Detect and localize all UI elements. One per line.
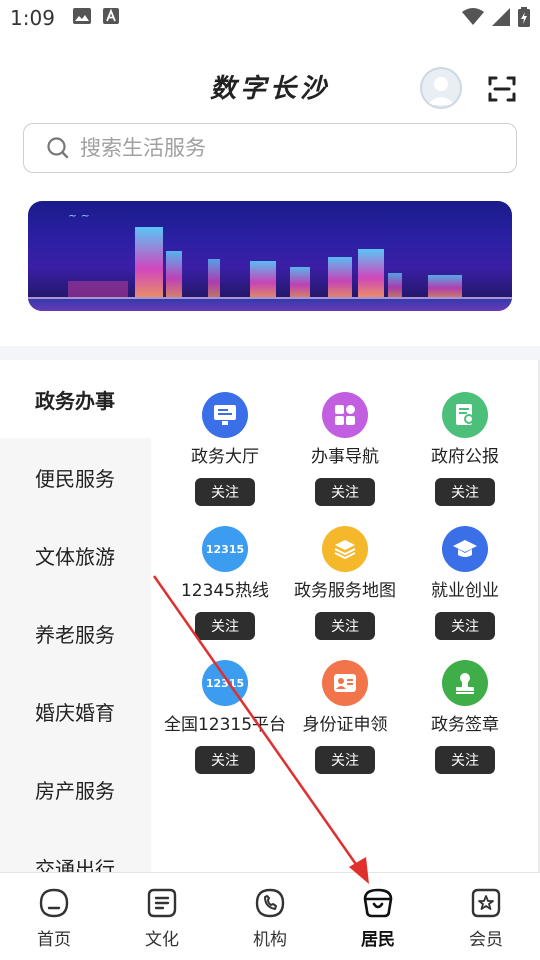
status-time: 1:09 [10,6,55,30]
bottom-navigation: 首页 文化 机构 居民 会员 [0,872,540,960]
sidebar-item-marriage[interactable]: 婚庆婚育 [0,672,151,750]
sidebar-item-label: 政务办事 [35,388,115,413]
service-item[interactable]: 办事导航 关注 [285,392,405,506]
sidebar-item-government[interactable]: 政务办事 [0,360,151,438]
service-item[interactable]: 就业创业 关注 [405,526,525,640]
nav-item-home[interactable]: 首页 [0,873,108,960]
hotline-12315-icon: 12315 [202,526,248,572]
service-item[interactable]: 政府公报 关注 [405,392,525,506]
service-name: 12345热线 [180,581,270,601]
service-name: 全国12315平台 [163,715,287,735]
follow-button[interactable]: 关注 [435,478,495,506]
home-icon [39,888,69,918]
wifi-icon [462,8,484,30]
follow-button[interactable]: 关注 [195,612,255,640]
nav-label: 文化 [145,930,179,950]
sidebar-item-culture-tourism[interactable]: 文体旅游 [0,516,151,594]
follow-button[interactable]: 关注 [315,612,375,640]
document-search-icon [442,392,488,438]
service-panel: 政务大厅 关注 办事导航 关注 政府公报 关注 12315 12345热线 关注 [151,360,540,872]
nav-label: 居民 [361,930,395,950]
sidebar-item-transport[interactable]: 交通出行 [0,828,151,873]
graduation-cap-icon [442,526,488,572]
font-notification-icon [102,8,119,28]
follow-button[interactable]: 关注 [315,478,375,506]
service-item[interactable]: 政务服务地图 关注 [285,526,405,640]
category-sidebar: 政务办事 便民服务 文体旅游 养老服务 婚庆婚育 房产服务 交通出行 [0,360,151,872]
sidebar-item-label: 婚庆婚育 [35,700,115,725]
icon-label: 12315 [205,542,245,556]
service-name: 就业创业 [431,581,499,601]
banner-image[interactable]: ~ ~ [28,201,512,311]
service-name: 政府公报 [431,447,499,467]
sidebar-item-convenience[interactable]: 便民服务 [0,438,151,516]
grid-icon [322,392,368,438]
search-input[interactable] [80,136,480,160]
status-bar: 1:09 [0,0,540,36]
follow-button[interactable]: 关注 [435,612,495,640]
image-notification-icon [72,8,91,28]
user-avatar[interactable] [420,67,462,109]
search-bar[interactable] [23,123,517,173]
nav-item-resident[interactable]: 居民 [324,873,432,960]
sidebar-item-label: 文体旅游 [35,544,115,569]
service-name: 政务签章 [431,715,499,735]
culture-icon [147,888,177,918]
platform-12315-icon: 12315 [202,660,248,706]
follow-button[interactable]: 关注 [195,478,255,506]
service-item[interactable]: 身份证申领 关注 [285,660,405,774]
service-item[interactable]: 政务大厅 关注 [165,392,285,506]
service-item[interactable]: 政务签章 关注 [405,660,525,774]
svg-text:~ ~: ~ ~ [68,209,90,222]
service-item[interactable]: 12315 全国12315平台 关注 [163,660,287,774]
service-item[interactable]: 12315 12345热线 关注 [165,526,285,640]
member-icon [471,888,501,918]
follow-button[interactable]: 关注 [315,746,375,774]
battery-icon [518,7,530,31]
monitor-icon [202,392,248,438]
follow-button[interactable]: 关注 [195,746,255,774]
sidebar-item-label: 便民服务 [35,466,115,491]
phone-icon [255,888,285,918]
sidebar-item-label: 交通出行 [35,856,115,873]
service-name: 政务服务地图 [294,581,396,601]
icon-label: 12315 [205,676,245,690]
nav-item-institution[interactable]: 机构 [216,873,324,960]
signal-icon [492,8,510,30]
nav-label: 会员 [469,930,503,950]
section-divider [0,346,540,360]
service-name: 政务大厅 [191,447,259,467]
id-card-icon [322,660,368,706]
service-grid: 政务大厅 关注 办事导航 关注 政府公报 关注 12315 12345热线 关注 [163,392,525,774]
follow-button[interactable]: 关注 [435,746,495,774]
scan-button[interactable] [486,74,518,104]
nav-item-member[interactable]: 会员 [432,873,540,960]
sidebar-item-elderly-care[interactable]: 养老服务 [0,594,151,672]
service-name: 办事导航 [311,447,379,467]
scan-icon [488,76,516,102]
resident-icon [363,888,393,918]
stamp-icon [442,660,488,706]
nav-label: 首页 [37,930,71,950]
sidebar-item-housing[interactable]: 房产服务 [0,750,151,828]
nav-label: 机构 [253,930,287,950]
avatar-placeholder-icon [427,77,455,105]
layers-icon [322,526,368,572]
sidebar-item-label: 养老服务 [35,622,115,647]
service-name: 身份证申领 [302,715,388,735]
search-icon [47,137,69,159]
city-skyline-image: ~ ~ [28,209,512,311]
nav-item-culture[interactable]: 文化 [108,873,216,960]
sidebar-item-label: 房产服务 [35,778,115,803]
